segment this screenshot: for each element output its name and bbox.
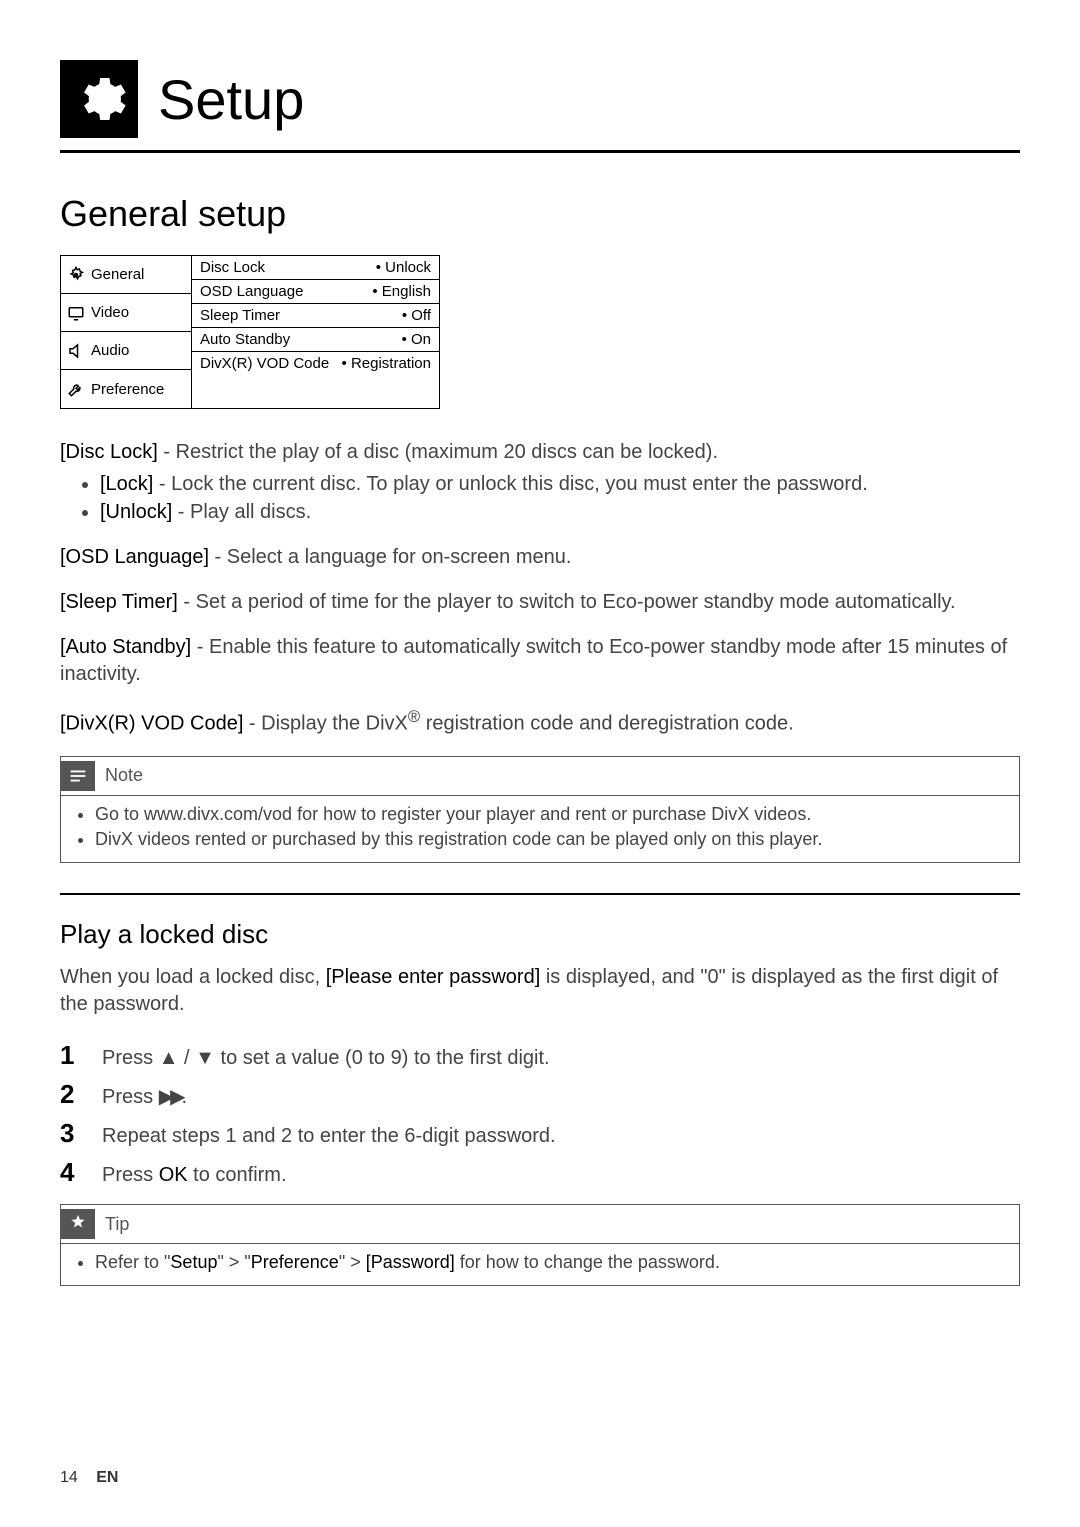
desc-auto-standby: [Auto Standby] - Enable this feature to … [60,634,1020,688]
menu-row-disc-lock[interactable]: Disc Lock Unlock [192,256,439,280]
desc-sleep-timer: [Sleep Timer] - Set a period of time for… [60,589,1020,616]
menu-cat-label: General [91,266,144,283]
locked-intro: When you load a locked disc, [Please ent… [60,964,1020,1018]
note-item: DivX videos rented or purchased by this … [95,827,1005,852]
menu-row-value: Off [402,307,431,324]
locked-steps: 1 Press ▲ / ▼ to set a value (0 to 9) to… [60,1036,1020,1192]
menu-cat-preference[interactable]: Preference [61,370,191,408]
menu-row-label: DivX(R) VOD Code [200,355,329,405]
note-icon [61,761,95,791]
menu-row-value: Unlock [376,259,431,276]
menu-cat-label: Preference [91,381,164,398]
menu-row-label: OSD Language [200,283,303,300]
settings-menu: General Video Audio Preference Disc Lock… [60,255,440,409]
menu-row-label: Auto Standby [200,331,290,348]
settings-menu-values: Disc Lock Unlock OSD Language English Sl… [191,256,439,408]
menu-row-label: Disc Lock [200,259,265,276]
menu-row-value: English [372,283,431,300]
menu-cat-label: Audio [91,342,129,359]
menu-row-divx-code[interactable]: DivX(R) VOD Code Registration [192,352,439,408]
desc-disc-lock: [Disc Lock] - Restrict the play of a dis… [60,439,1020,466]
menu-cat-general[interactable]: General [61,256,191,294]
desc-unlock: [Unlock] - Play all discs. [100,498,1020,526]
desc-osd-language: [OSD Language] - Select a language for o… [60,544,1020,571]
tip-label: Tip [105,1214,129,1235]
page-header: Setup [60,60,1020,153]
subsection-title: Play a locked disc [60,919,1020,950]
section-divider [60,893,1020,895]
tip-header: Tip [61,1205,1019,1244]
fast-forward-icon: ▶▶ [159,1086,182,1108]
page-number: 14 [60,1469,78,1486]
tip-box: Tip Refer to "Setup" > "Preference" > [P… [60,1204,1020,1286]
page-language: EN [96,1469,118,1486]
step-3: 3 Repeat steps 1 and 2 to enter the 6-di… [60,1114,1020,1153]
menu-cat-label: Video [91,304,129,321]
menu-cat-audio[interactable]: Audio [61,332,191,370]
speaker-icon [67,342,85,360]
note-label: Note [105,765,143,786]
tip-item: Refer to "Setup" > "Preference" > [Passw… [95,1250,1005,1275]
note-item: Go to www.divx.com/vod for how to regist… [95,802,1005,827]
menu-row-value: On [402,331,431,348]
note-box: Note Go to www.divx.com/vod for how to r… [60,756,1020,863]
menu-row-sleep-timer[interactable]: Sleep Timer Off [192,304,439,328]
menu-row-value: Registration [342,355,431,405]
note-header: Note [61,757,1019,796]
menu-cat-video[interactable]: Video [61,294,191,332]
menu-row-auto-standby[interactable]: Auto Standby On [192,328,439,352]
desc-disc-lock-sublist: [Lock] - Lock the current disc. To play … [60,470,1020,526]
desc-divx-code: [DivX(R) VOD Code] - Display the DivX® r… [60,706,1020,738]
desc-lock: [Lock] - Lock the current disc. To play … [100,470,1020,498]
step-2: 2 Press ▶▶. [60,1075,1020,1114]
monitor-icon [67,304,85,322]
menu-row-label: Sleep Timer [200,307,280,324]
page-title: Setup [158,67,304,132]
page-footer: 14 EN [60,1469,118,1487]
wrench-icon [67,380,85,398]
step-1: 1 Press ▲ / ▼ to set a value (0 to 9) to… [60,1036,1020,1075]
step-4: 4 Press OK to confirm. [60,1153,1020,1192]
gear-icon [67,266,85,284]
gear-icon [60,60,138,138]
tip-icon [61,1209,95,1239]
settings-menu-categories: General Video Audio Preference [61,256,191,408]
up-down-icon: ▲ / ▼ [159,1047,215,1069]
menu-row-osd-language[interactable]: OSD Language English [192,280,439,304]
section-title: General setup [60,193,1020,235]
